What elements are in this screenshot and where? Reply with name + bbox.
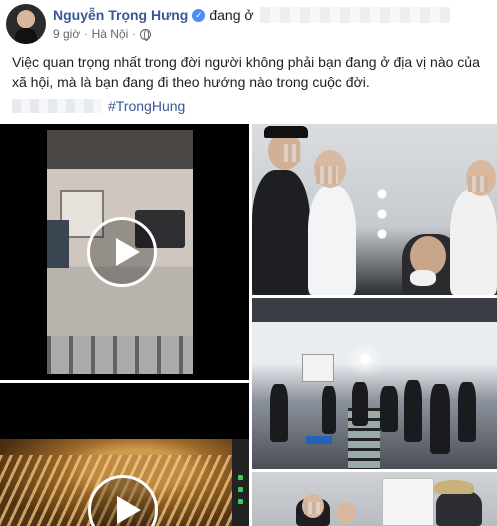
blurred-face [468,176,488,192]
blurred-location [259,7,450,23]
camera-track [47,336,193,374]
post-meta: 9 giờ · Hà Nội · [53,27,151,41]
author-name-link[interactable]: Nguyễn Trọng Hưng [53,7,188,23]
meta-separator: · [84,28,88,40]
post-time-link[interactable]: 9 giờ [53,27,80,41]
crew-silhouette [430,384,450,454]
verified-badge-icon: ✓ [192,8,206,22]
led-indicator [238,487,243,492]
author-status: đang ở [209,7,254,23]
photo-crew-lights[interactable] [252,124,497,295]
crew-member [252,170,310,295]
set-equipment [47,220,69,268]
video-set-truck[interactable] [0,124,249,380]
crew-member-white [308,186,356,295]
play-icon[interactable] [87,217,157,287]
face-mask [410,270,436,286]
photo-crew-board[interactable] [252,472,497,526]
globe-icon[interactable] [139,28,151,41]
author-avatar[interactable] [6,4,46,44]
hashtag-line: #TrongHung [12,96,185,116]
crew-member-white [450,190,497,295]
reflector-board [302,354,334,382]
crew-silhouette [436,490,482,526]
crew-silhouette [322,386,336,434]
led-indicator [238,475,243,480]
hat [434,480,474,494]
crew-silhouette [404,380,422,442]
crew-head [336,502,356,524]
hashtag-link[interactable]: #TrongHung [108,98,185,114]
video-noodles[interactable] [0,383,249,526]
led-indicator [238,499,243,504]
post-location-link[interactable]: Hà Nội [92,27,129,41]
crew-silhouette [352,382,368,426]
photo-studio-rail[interactable] [252,298,497,469]
blurred-tags [12,99,102,113]
crew-silhouette [270,384,288,442]
blurred-face [316,166,338,184]
cap [264,126,308,138]
crew-silhouette [380,386,398,432]
media-grid [0,124,497,526]
device-edge [232,439,249,526]
blurred-face [304,502,320,514]
meta-separator-2: · [132,28,136,40]
blurred-face [280,144,302,162]
crew-silhouette [458,382,476,442]
author-line: Nguyễn Trọng Hưng ✓ đang ở [53,6,450,24]
reflector-board [382,478,434,526]
studio-light [360,354,370,364]
equipment-case [306,436,332,444]
post-header: Nguyễn Trọng Hưng ✓ đang ở 9 giờ · Hà Nộ… [0,0,497,48]
studio-lights [374,188,390,240]
post-text: Việc quan trọng nhất trong đời người khô… [12,54,480,90]
